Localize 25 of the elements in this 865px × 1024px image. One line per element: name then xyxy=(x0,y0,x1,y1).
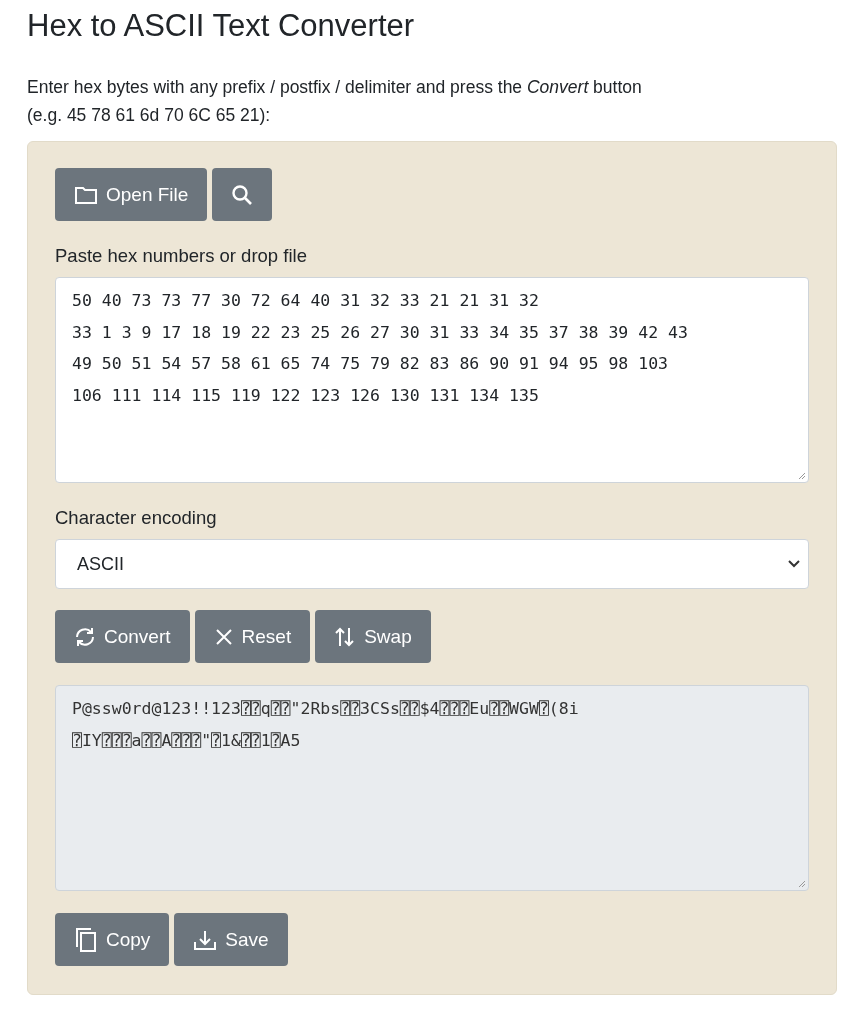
search-button[interactable] xyxy=(212,168,273,221)
resize-handle-icon[interactable] xyxy=(797,471,806,480)
page-title: Hex to ASCII Text Converter xyxy=(27,7,416,45)
swap-button[interactable]: Swap xyxy=(315,610,431,663)
reset-button[interactable]: Reset xyxy=(194,610,311,663)
copy-button[interactable]: Copy xyxy=(55,913,170,966)
instructions-text: Enter hex bytes with any prefix / postfix / delimiter and press the Convert button xyxy=(27,76,643,99)
download-icon xyxy=(193,928,218,951)
save-button[interactable]: Save xyxy=(174,913,288,966)
convert-button[interactable]: Convert xyxy=(55,610,190,663)
example-text: (e.g. 45 78 61 6d 70 6C 65 21): xyxy=(27,104,272,127)
field-label: Paste hex numbers or drop file xyxy=(55,245,308,267)
swap-arrows-icon xyxy=(334,625,357,648)
encoding-select[interactable]: ASCII xyxy=(55,539,809,589)
copy-icon xyxy=(74,926,98,953)
hex-input-field[interactable]: 50 40 73 73 77 30 72 64 40 31 32 33 21 21 31 32 33 1 3 9 17 18 19 22 23 25 26 27 30 31 33 34 35 37 38 39 42 43 49 50 51 54 57 58 61 65 74 75 79 82 83 86 90 91 94 95 98 103 106 111 114 115 119 122 123 126 130 131 134 135 xyxy=(55,277,809,483)
resize-handle-icon[interactable] xyxy=(797,879,806,888)
open-button[interactable]: Open File xyxy=(55,168,208,221)
close-icon xyxy=(213,626,234,647)
output-field[interactable]: P@ssw0rd@123!!123⍰⍰q⍰⍰"2Rbs⍰⍰3CSs⍰⍰$4⍰⍰⍰Eu⍰⍰WGW⍰(8i ⍰IY⍰⍰⍰a⍰⍰A⍰⍰⍰"⍰1&⍰⍰1⍰A5 xyxy=(55,685,809,891)
refresh-icon xyxy=(74,625,96,648)
search-icon xyxy=(231,183,254,206)
folder-icon xyxy=(74,184,98,205)
field-label: Character encoding xyxy=(55,507,218,529)
chevron-down-icon xyxy=(788,560,800,568)
